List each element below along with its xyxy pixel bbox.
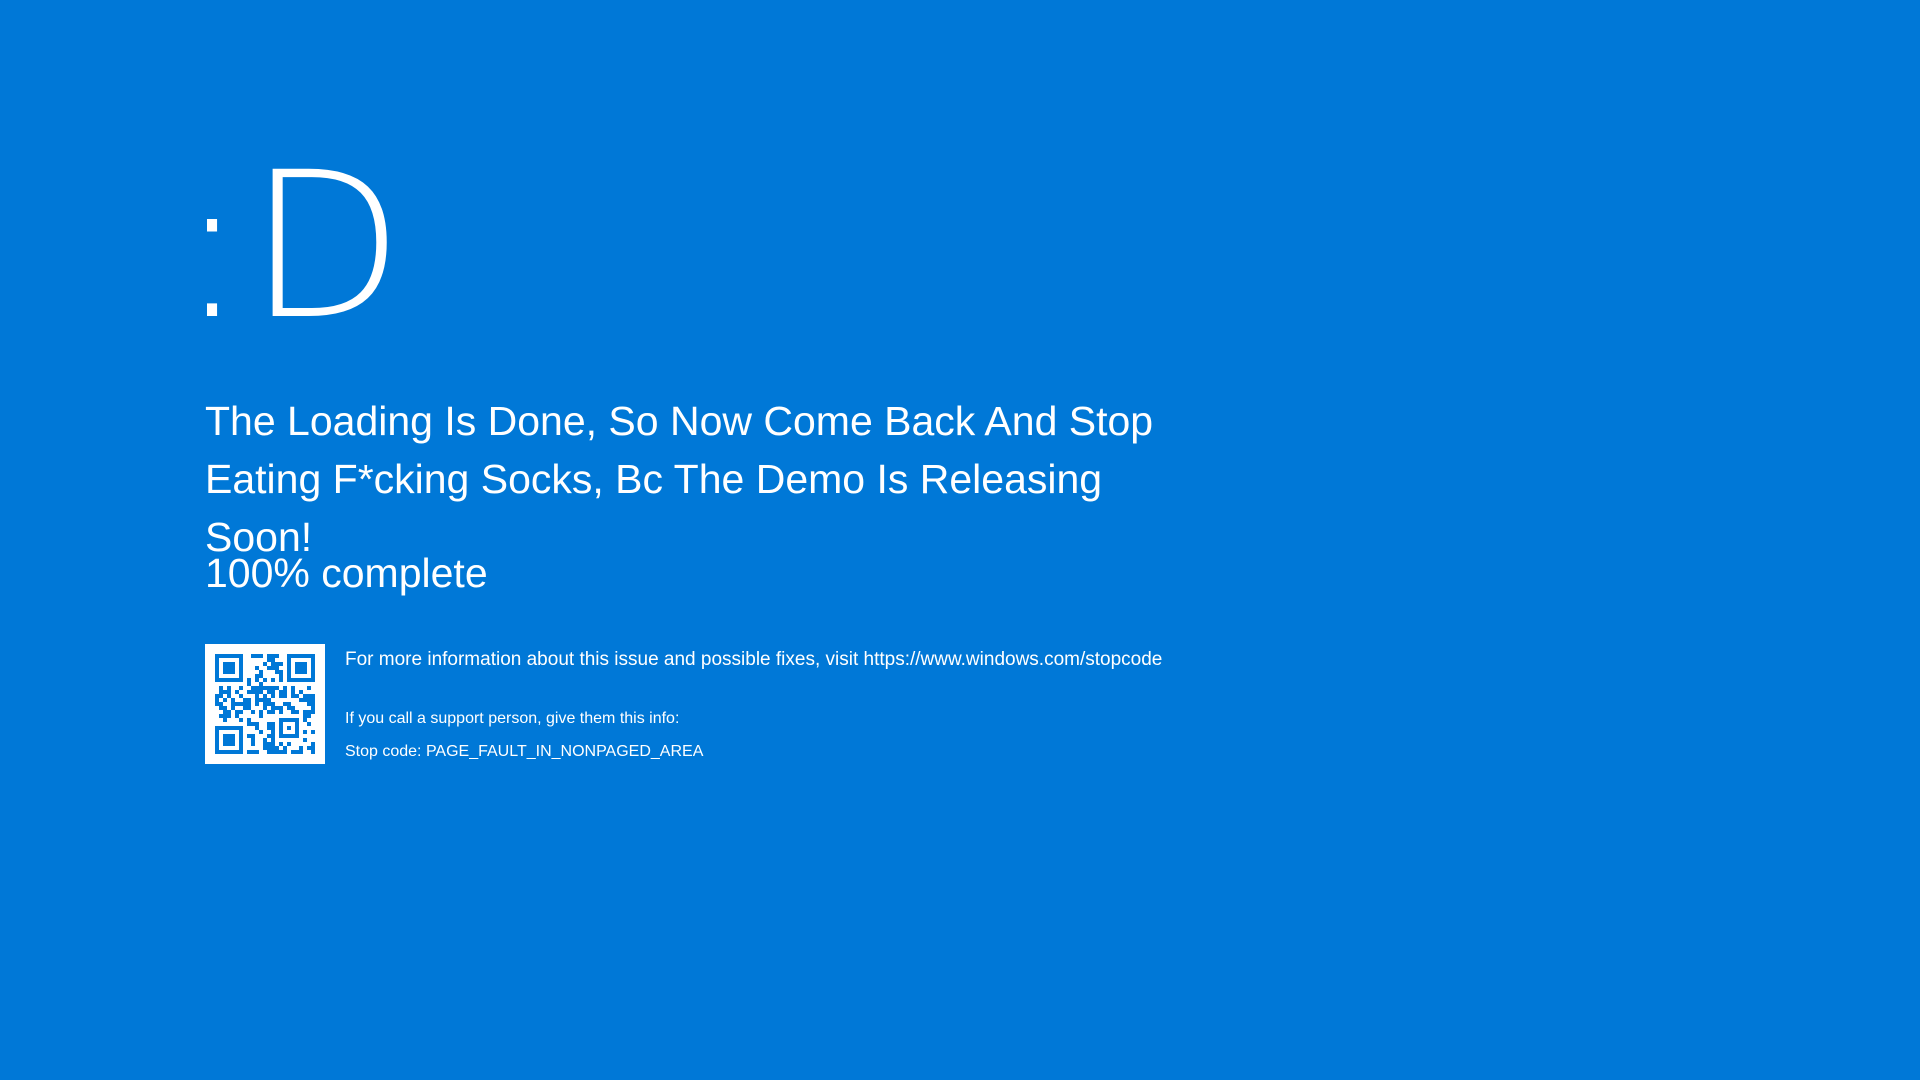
error-message-line-1: The Loading Is Done, So Now Come Back An… <box>205 398 1154 444</box>
progress-text: 100% complete <box>205 550 488 596</box>
error-message: The Loading Is Done, So Now Come Back An… <box>205 392 1205 566</box>
bsod-screen: :D The Loading Is Done, So Now Come Back… <box>0 0 1920 1080</box>
emoticon-face: :D <box>178 128 406 364</box>
stop-code-text: Stop code: PAGE_FAULT_IN_NONPAGED_AREA <box>345 743 704 760</box>
qr-code-icon <box>205 644 325 764</box>
more-info-text: For more information about this issue an… <box>345 649 1163 670</box>
support-text: If you call a support person, give them … <box>345 710 680 727</box>
